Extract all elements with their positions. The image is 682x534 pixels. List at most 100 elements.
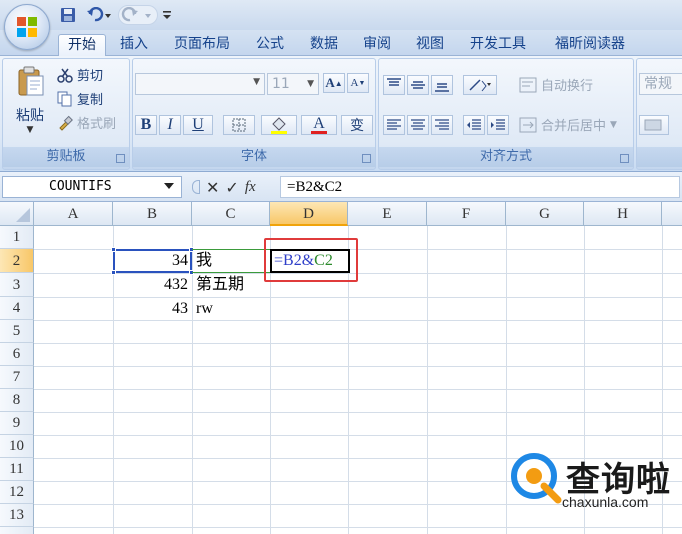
gridline <box>34 366 682 367</box>
tab-developer[interactable]: 开发工具 <box>462 34 534 56</box>
underline-button[interactable]: U <box>183 115 213 135</box>
align-center-icon <box>411 119 425 130</box>
column-header-f[interactable]: F <box>427 202 506 226</box>
column-header-c[interactable]: C <box>192 202 270 226</box>
row-header-13[interactable]: 13 <box>0 504 34 527</box>
save-button[interactable] <box>58 5 78 25</box>
row-header-2[interactable]: 2 <box>0 249 34 273</box>
align-top-button[interactable] <box>383 75 405 95</box>
currency-icon <box>644 119 662 131</box>
increase-indent-button[interactable] <box>487 115 509 135</box>
formula-input[interactable]: =B2&C2 <box>280 176 680 198</box>
customize-toolbar-button[interactable] <box>160 5 174 25</box>
accounting-format-button[interactable] <box>639 115 669 135</box>
resize-handle[interactable] <box>111 270 116 275</box>
column-header-d[interactable]: D <box>270 202 348 226</box>
row-header-3[interactable]: 3 <box>0 273 34 297</box>
font-color-button[interactable]: A <box>301 115 337 135</box>
undo-button[interactable] <box>84 5 114 25</box>
reference-border-c2 <box>192 249 270 273</box>
align-center-button[interactable] <box>407 115 429 135</box>
copy-button[interactable]: 复制 <box>57 89 103 108</box>
borders-button[interactable] <box>223 115 255 135</box>
font-name-select[interactable]: ▼ <box>135 73 265 95</box>
font-size-value: 11 <box>272 76 290 92</box>
tab-data[interactable]: 数据 <box>304 34 344 56</box>
format-painter-button[interactable]: 格式刷 <box>57 113 116 132</box>
clipboard-group-label: 剪贴板 <box>3 147 129 167</box>
row-header-5[interactable]: 5 <box>0 320 34 343</box>
row-header-1[interactable]: 1 <box>0 226 34 249</box>
enter-icon[interactable]: ✓ <box>225 178 238 197</box>
tab-home[interactable]: 开始 <box>58 34 106 56</box>
tab-page-layout[interactable]: 页面布局 <box>166 34 238 56</box>
bold-button[interactable]: B <box>135 115 157 135</box>
tab-insert[interactable]: 插入 <box>112 34 156 56</box>
number-format-select[interactable]: 常规 <box>639 73 682 95</box>
row-header-4[interactable]: 4 <box>0 297 34 320</box>
gridline <box>34 343 682 344</box>
cell-b4[interactable]: 43 <box>113 298 192 320</box>
phonetic-guide-button[interactable]: 变 <box>341 115 373 135</box>
align-right-button[interactable] <box>431 115 453 135</box>
tab-view[interactable]: 视图 <box>410 34 450 56</box>
decrease-indent-button[interactable] <box>463 115 485 135</box>
row-header-8[interactable]: 8 <box>0 389 34 412</box>
row-header-14[interactable] <box>0 527 34 534</box>
save-icon <box>61 8 75 22</box>
cell-c4[interactable]: rw <box>192 298 270 320</box>
reference-border-b2 <box>111 247 194 275</box>
cut-button[interactable]: 剪切 <box>57 65 103 84</box>
tab-formulas[interactable]: 公式 <box>250 34 290 56</box>
resize-handle[interactable] <box>111 247 116 252</box>
outdent-icon <box>467 119 481 130</box>
insert-function-icon[interactable]: fx <box>245 179 256 196</box>
row-header-11[interactable]: 11 <box>0 458 34 481</box>
select-all-corner[interactable] <box>0 202 34 226</box>
align-bottom-button[interactable] <box>431 75 453 95</box>
title-bar <box>0 0 682 30</box>
alignment-dialog-launcher[interactable] <box>620 154 629 163</box>
alignment-group: 自动换行 合并后居中 ▼ 对齐方式 <box>378 58 634 170</box>
column-header-a[interactable]: A <box>34 202 113 226</box>
align-middle-button[interactable] <box>407 75 429 95</box>
copy-icon <box>57 91 72 106</box>
column-header-e[interactable]: E <box>348 202 427 226</box>
column-header-i[interactable] <box>662 202 682 226</box>
office-button[interactable] <box>4 4 50 50</box>
italic-button[interactable]: I <box>159 115 181 135</box>
tab-review[interactable]: 审阅 <box>357 34 397 56</box>
row-header-7[interactable]: 7 <box>0 366 34 389</box>
shrink-font-button[interactable]: A ▼ <box>347 73 369 93</box>
tab-foxit-reader[interactable]: 福昕阅读器 <box>546 34 634 56</box>
chevron-down-icon[interactable] <box>164 183 174 189</box>
gridline <box>34 435 682 436</box>
font-size-select[interactable]: 11 ▼ <box>267 73 319 95</box>
fill-color-button[interactable] <box>261 115 297 135</box>
format-painter-label: 格式刷 <box>77 117 117 132</box>
column-header-g[interactable]: G <box>506 202 584 226</box>
merge-center-button[interactable]: 合并后居中 ▼ <box>519 115 617 134</box>
name-box[interactable]: COUNTIFS <box>2 176 182 198</box>
wrap-text-button[interactable]: 自动换行 <box>519 75 593 94</box>
paint-bucket-icon <box>271 117 287 134</box>
paste-button[interactable]: 粘贴 ▼ <box>9 65 51 143</box>
cut-label: 剪切 <box>77 69 104 84</box>
row-header-6[interactable]: 6 <box>0 343 34 366</box>
orientation-button[interactable] <box>463 75 497 95</box>
column-header-h[interactable]: H <box>584 202 662 226</box>
font-dialog-launcher[interactable] <box>362 154 371 163</box>
copy-label: 复制 <box>77 93 104 108</box>
grow-font-button[interactable]: A ▲ <box>323 73 345 93</box>
clipboard-dialog-launcher[interactable] <box>116 154 125 163</box>
merge-center-label: 合并后居中 <box>541 119 607 134</box>
align-left-button[interactable] <box>383 115 405 135</box>
row-header-9[interactable]: 9 <box>0 412 34 435</box>
column-header-b[interactable]: B <box>113 202 192 226</box>
row-header-12[interactable]: 12 <box>0 481 34 504</box>
cancel-icon[interactable]: ✕ <box>206 178 219 197</box>
clipboard-group: 粘贴 ▼ 剪切 复制 格式刷 剪贴板 <box>2 58 130 170</box>
cell-b3[interactable]: 432 <box>113 274 192 296</box>
redo-button[interactable] <box>118 5 158 25</box>
row-header-10[interactable]: 10 <box>0 435 34 458</box>
